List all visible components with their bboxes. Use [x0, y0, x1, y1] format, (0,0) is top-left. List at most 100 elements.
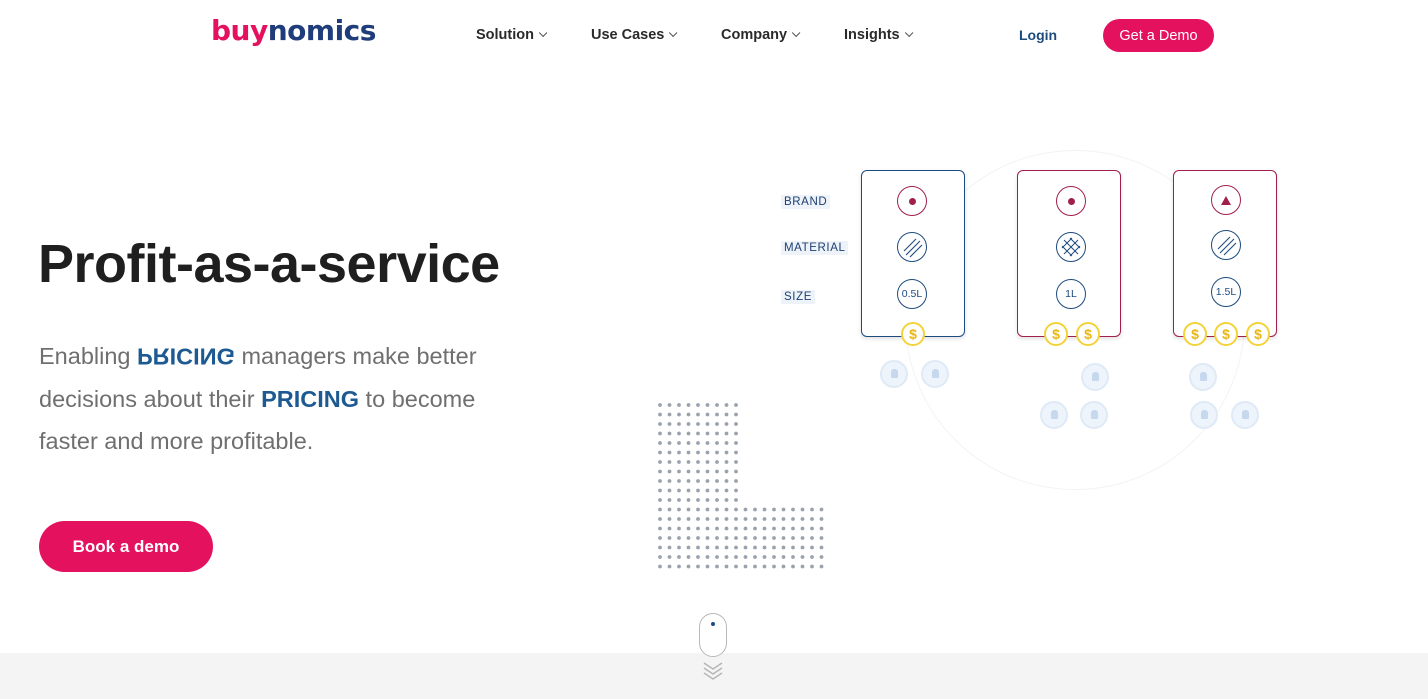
pattern-dot: [686, 555, 691, 559]
pattern-dot: [677, 545, 681, 550]
pattern-dot: [715, 479, 719, 483]
pattern-dot: [791, 507, 795, 512]
product-card-3: 1.5L: [1173, 170, 1277, 337]
login-link[interactable]: Login: [1019, 27, 1057, 43]
pattern-dot: [667, 479, 672, 483]
nav-use-cases[interactable]: Use Cases: [591, 27, 678, 43]
buynomics-logo[interactable]: buynomics: [211, 14, 376, 47]
pattern-dot: [677, 507, 681, 512]
pattern-dot: [667, 441, 672, 445]
coin-icon: $: [1183, 322, 1207, 346]
pattern-dot: [810, 536, 814, 540]
pattern-dot: [658, 412, 662, 417]
pattern-dot: [686, 479, 691, 483]
pattern-dot: [734, 403, 738, 407]
pattern-dot: [715, 412, 719, 417]
pattern-dot: [743, 545, 748, 550]
pattern-dot: [658, 422, 662, 426]
stripes-icon: [1211, 230, 1241, 260]
nav-solution[interactable]: Solution: [476, 27, 548, 43]
pattern-dot: [734, 422, 738, 426]
pattern-dot: [705, 555, 710, 559]
pattern-dot: [724, 450, 729, 455]
pattern-dot: [724, 517, 729, 521]
size-label: 0.5L: [901, 288, 923, 300]
pattern-dot: [686, 441, 691, 445]
pattern-dot: [705, 431, 710, 436]
pattern-dot: [724, 479, 729, 483]
size-label: 1.5L: [1215, 286, 1237, 298]
scroll-mouse-icon[interactable]: [699, 613, 727, 657]
pattern-dot: [781, 526, 786, 531]
pattern-dot: [677, 422, 681, 426]
brand-dot-icon: [897, 186, 927, 216]
size-badge: 0.5L: [897, 279, 927, 309]
pattern-dot: [667, 412, 672, 417]
pattern-dot: [810, 555, 814, 559]
pattern-dot: [810, 507, 814, 512]
pattern-dot: [658, 441, 662, 445]
pattern-dot: [762, 555, 767, 559]
pattern-dot: [772, 545, 776, 550]
pattern-dot: [734, 441, 738, 445]
pattern-dot: [658, 564, 662, 569]
pattern-dot: [705, 564, 710, 569]
pattern-dot: [800, 555, 805, 559]
pattern-dot: [772, 507, 776, 512]
pattern-dot: [715, 422, 719, 426]
pattern-dot: [734, 479, 738, 483]
nav-solution-label: Solution: [476, 27, 534, 43]
coin-icon: $: [1076, 322, 1100, 346]
pattern-dot: [667, 450, 672, 455]
book-demo-button[interactable]: Book a demo: [39, 521, 213, 572]
pattern-dot: [791, 536, 795, 540]
scroll-down-arrows-icon[interactable]: [701, 660, 725, 680]
pattern-dot: [734, 431, 738, 436]
sub-flipped-word: PRICING: [137, 343, 235, 370]
pattern-dot: [686, 564, 691, 569]
pattern-dot: [762, 545, 767, 550]
pattern-dot: [762, 526, 767, 531]
nav-insights[interactable]: Insights: [844, 27, 913, 43]
pattern-dot: [724, 498, 729, 502]
pattern-dot: [743, 507, 748, 512]
consumer-icon: [1040, 401, 1068, 429]
pattern-dot: [677, 460, 681, 464]
pattern-dot: [772, 555, 776, 559]
pattern-dot: [734, 460, 738, 464]
pattern-dot: [667, 498, 672, 502]
pattern-dot: [705, 441, 710, 445]
pattern-dot: [819, 507, 824, 512]
chevron-down-icon: [791, 28, 801, 38]
pattern-dot: [686, 431, 691, 436]
pattern-dot: [762, 507, 767, 512]
pattern-dot: [658, 488, 662, 493]
pattern-dot: [753, 526, 757, 531]
pattern-dot: [686, 460, 691, 464]
coin-icon: $: [1246, 322, 1270, 346]
consumer-icon: [1189, 363, 1217, 391]
pattern-dot: [715, 536, 719, 540]
pattern-dot: [658, 507, 662, 512]
nav-company[interactable]: Company: [721, 27, 801, 43]
pattern-dot: [696, 555, 700, 559]
brand-dot-icon: [1056, 186, 1086, 216]
pattern-dot: [734, 536, 738, 540]
get-a-demo-button[interactable]: Get a Demo: [1103, 19, 1214, 52]
pattern-dot: [677, 498, 681, 502]
pattern-dot: [819, 564, 824, 569]
pattern-dot: [696, 403, 700, 407]
pattern-dot: [724, 545, 729, 550]
pattern-dot: [705, 526, 710, 531]
pattern-dot: [667, 545, 672, 550]
pattern-dot: [800, 536, 805, 540]
size-label: 1L: [1065, 288, 1077, 300]
hero-headline: Profit-as-a-service: [38, 234, 500, 294]
pattern-dot: [667, 507, 672, 512]
pattern-dot: [800, 517, 805, 521]
pattern-dot: [819, 545, 824, 550]
pattern-dot: [658, 555, 662, 559]
pattern-dot: [753, 507, 757, 512]
pattern-dot: [677, 441, 681, 445]
pattern-dot: [715, 469, 719, 474]
